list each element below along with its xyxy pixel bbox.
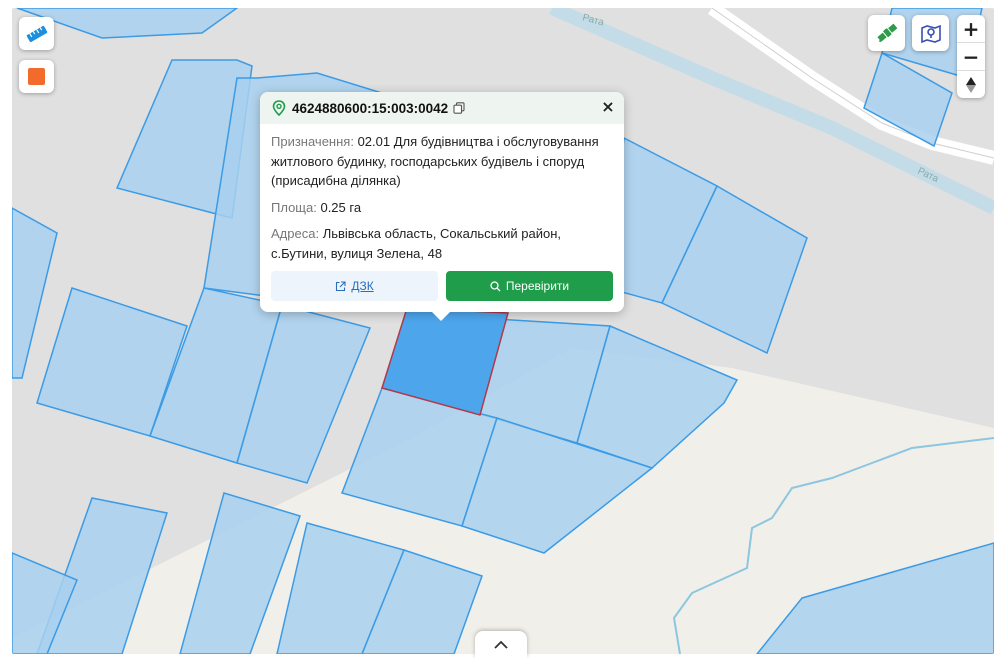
expand-panel-button[interactable] [475, 631, 527, 658]
purpose-row: Призначення: 02.01 Для будівництва і обс… [271, 132, 613, 191]
parcel[interactable] [12, 207, 58, 379]
ruler-button[interactable] [19, 17, 54, 50]
dzk-button[interactable]: ДЗК [271, 271, 438, 301]
dzk-button-label: ДЗК [351, 279, 374, 293]
address-label: Адреса: [271, 226, 320, 241]
map-layers-button[interactable] [912, 15, 949, 51]
compass-icon [966, 76, 976, 93]
ruler-icon [26, 25, 47, 42]
chevron-up-icon [494, 640, 508, 649]
zoom-control: + − [957, 15, 985, 98]
area-value: 0.25 га [320, 199, 362, 215]
purpose-label: Призначення: [271, 134, 354, 149]
check-button[interactable]: Перевірити [446, 271, 613, 301]
zoom-out-button[interactable]: − [957, 43, 985, 71]
area-label: Площа: [271, 199, 317, 215]
satellite-icon [876, 23, 897, 43]
copy-icon[interactable] [453, 102, 465, 114]
cadastral-number: 4624880600:15:003:0042 [292, 100, 449, 116]
popup-actions: ДЗК Перевірити [271, 271, 613, 301]
zoom-in-button[interactable]: + [957, 15, 985, 43]
external-link-icon [336, 280, 346, 291]
color-swatch [28, 68, 45, 85]
compass-button[interactable] [957, 71, 985, 98]
location-pin-icon [272, 100, 286, 116]
check-button-label: Перевірити [505, 279, 570, 293]
satellite-button[interactable] [868, 15, 905, 51]
address-row: Адреса: Львівська область, Сокальський р… [271, 224, 613, 263]
close-icon[interactable]: × [598, 96, 618, 116]
area-row: Площа: 0.25 га [271, 198, 613, 218]
search-icon [490, 280, 501, 291]
popup-header: 4624880600:15:003:0042 [260, 92, 624, 124]
popup-body: Призначення: 02.01 Для будівництва і обс… [260, 124, 624, 263]
color-swatch-button[interactable] [19, 60, 54, 93]
parcel-popup: 4624880600:15:003:0042 × Призначення: 02… [260, 92, 624, 321]
map-layers-icon [920, 24, 941, 44]
